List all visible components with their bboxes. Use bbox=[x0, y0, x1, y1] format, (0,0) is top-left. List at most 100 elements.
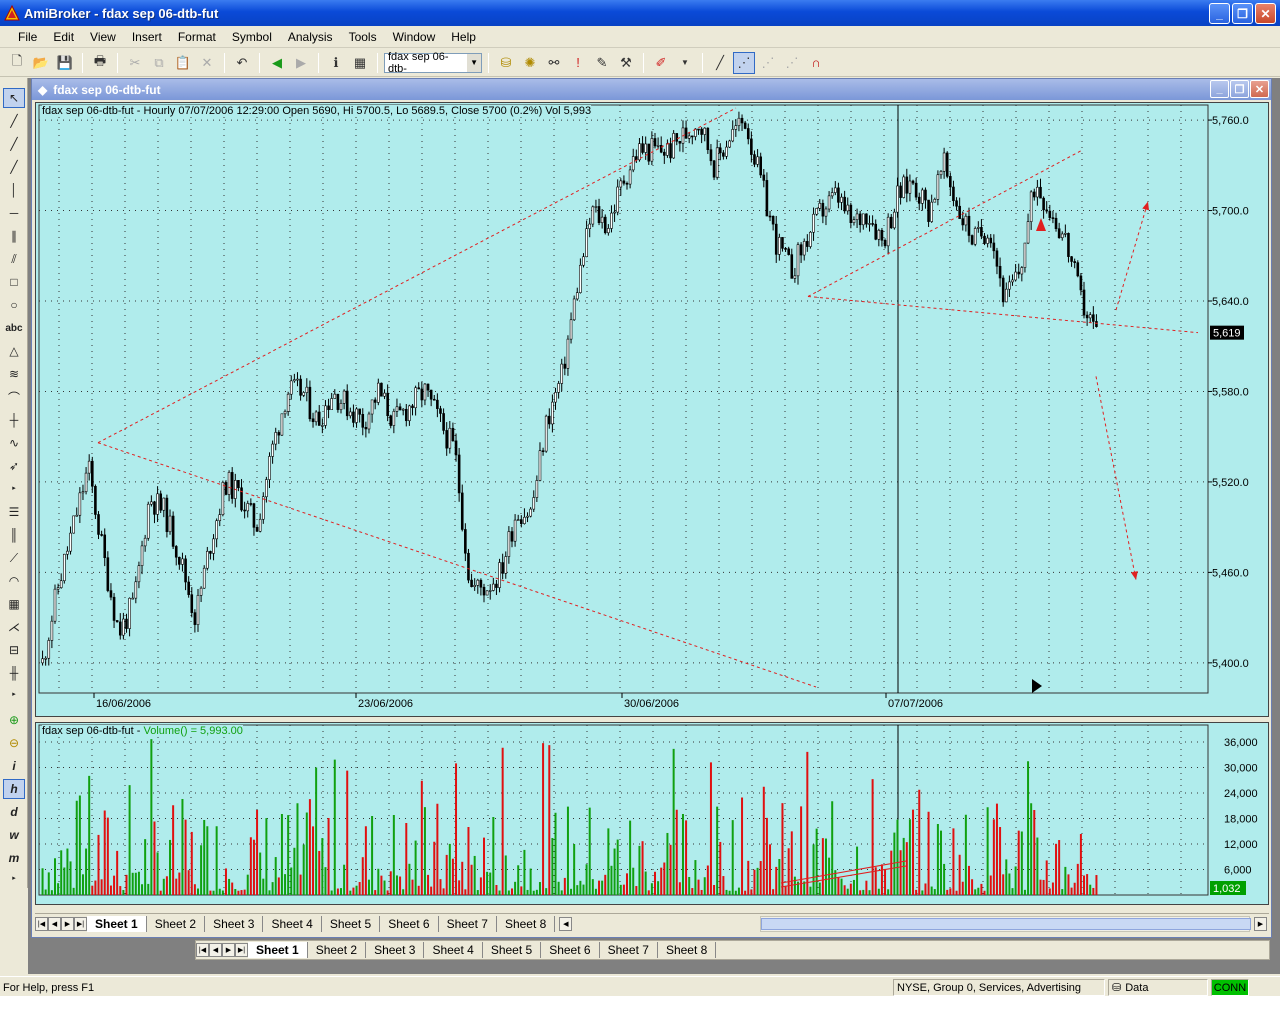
weekly-interval-icon[interactable]: w bbox=[3, 825, 25, 845]
rectangle-icon[interactable]: □ bbox=[3, 272, 25, 292]
menu-insert[interactable]: Insert bbox=[124, 28, 170, 46]
hourly-interval-icon[interactable]: h bbox=[3, 779, 25, 799]
bg-tab-sheet-5[interactable]: Sheet 5 bbox=[483, 942, 542, 958]
calendar-icon[interactable]: ▦ bbox=[349, 52, 371, 74]
channel-icon[interactable]: ⫽ bbox=[3, 249, 25, 269]
volume-chart[interactable]: 6,000 12,000 18,000 24,000 30,000 36,000 1,032 bbox=[36, 723, 1268, 904]
bg-tab-sheet-3[interactable]: Sheet 3 bbox=[366, 942, 425, 958]
tab-sheet-4[interactable]: Sheet 4 bbox=[263, 915, 322, 932]
gann-arcs-icon[interactable]: ◠ bbox=[3, 571, 25, 591]
andrews-pitchfork-icon[interactable]: ⋌ bbox=[3, 617, 25, 637]
fibonacci-fan-icon[interactable]: ≋ bbox=[3, 364, 25, 384]
paste-icon[interactable]: 📋 bbox=[172, 52, 194, 74]
copy-icon[interactable]: ⧉ bbox=[148, 52, 170, 74]
zigzag-icon[interactable]: ∿ bbox=[3, 433, 25, 453]
vertical-line-icon[interactable]: │ bbox=[3, 180, 25, 200]
monthly-interval-icon[interactable]: m bbox=[3, 848, 25, 868]
tab-sheet-6[interactable]: Sheet 6 bbox=[380, 915, 439, 932]
speed-lines-icon[interactable]: ╫ bbox=[3, 663, 25, 683]
chart-restore-button[interactable]: ❐ bbox=[1230, 80, 1249, 98]
tab-sheet-5[interactable]: Sheet 5 bbox=[322, 915, 381, 932]
bg-tab-sheet-6[interactable]: Sheet 6 bbox=[541, 942, 600, 958]
bg-tab-sheet-8[interactable]: Sheet 8 bbox=[658, 942, 717, 958]
triangle-icon[interactable]: △ bbox=[3, 341, 25, 361]
horizontal-line-icon[interactable]: ─ bbox=[3, 203, 25, 223]
menu-file[interactable]: File bbox=[10, 28, 45, 46]
bg-tab-sheet-2[interactable]: Sheet 2 bbox=[308, 942, 367, 958]
scroll-right-icon[interactable]: ▶ bbox=[1254, 917, 1267, 931]
alert-icon[interactable]: ! bbox=[567, 52, 589, 74]
undo-icon[interactable]: ↶ bbox=[231, 52, 253, 74]
tab-sheet-1[interactable]: Sheet 1 bbox=[87, 915, 147, 932]
delete-icon[interactable]: ✕ bbox=[196, 52, 218, 74]
forward-icon[interactable]: ▶ bbox=[290, 52, 312, 74]
menu-symbol[interactable]: Symbol bbox=[224, 28, 280, 46]
print-icon[interactable]: 🖶 bbox=[89, 52, 111, 74]
menu-analysis[interactable]: Analysis bbox=[280, 28, 341, 46]
tab-sheet-8[interactable]: Sheet 8 bbox=[497, 915, 556, 932]
fibonacci-retracement-icon[interactable]: ☰ bbox=[3, 502, 25, 522]
menu-window[interactable]: Window bbox=[385, 28, 444, 46]
tab-sheet-3[interactable]: Sheet 3 bbox=[205, 915, 264, 932]
intraday-interval-icon[interactable]: i bbox=[3, 756, 25, 776]
gann-square-icon[interactable]: ▦ bbox=[3, 594, 25, 614]
fibonacci-timezones-icon[interactable]: ║ bbox=[3, 525, 25, 545]
minimize-button[interactable]: _ bbox=[1209, 3, 1230, 24]
chevron-right-icon[interactable]: ▸ bbox=[3, 684, 25, 704]
zoom-out-icon[interactable]: ⊖ bbox=[3, 733, 25, 753]
maximize-button[interactable]: ❐ bbox=[1232, 3, 1253, 24]
first-sheet-icon[interactable]: |◀ bbox=[196, 943, 209, 957]
magnet-icon[interactable]: ∩ bbox=[805, 52, 827, 74]
prev-sheet-icon[interactable]: ◀ bbox=[48, 916, 61, 931]
parallel-lines-icon[interactable]: ∥ bbox=[3, 226, 25, 246]
pointer-icon[interactable]: ↖ bbox=[3, 88, 25, 108]
text-tool-icon[interactable]: abc bbox=[3, 318, 25, 338]
thick-line-icon[interactable]: ⋰ bbox=[781, 52, 803, 74]
scan-icon[interactable]: ✺ bbox=[519, 52, 541, 74]
last-sheet-icon[interactable]: ▶| bbox=[235, 943, 248, 957]
chart-minimize-button[interactable]: _ bbox=[1210, 80, 1229, 98]
arc-icon[interactable]: ⌒ bbox=[3, 387, 25, 407]
menu-tools[interactable]: Tools bbox=[341, 28, 385, 46]
cut-icon[interactable]: ✂ bbox=[124, 52, 146, 74]
chart-close-button[interactable]: ✕ bbox=[1250, 80, 1269, 98]
scroll-left-icon[interactable]: ◀ bbox=[559, 916, 573, 931]
tab-sheet-7[interactable]: Sheet 7 bbox=[439, 915, 497, 932]
open-folder-icon[interactable]: 📂 bbox=[30, 52, 52, 74]
bg-tab-sheet-1[interactable]: Sheet 1 bbox=[248, 942, 308, 958]
save-icon[interactable]: 💾 bbox=[54, 52, 76, 74]
menu-edit[interactable]: Edit bbox=[45, 28, 82, 46]
extended-line-icon[interactable]: ╱ bbox=[3, 157, 25, 177]
first-sheet-icon[interactable]: |◀ bbox=[35, 916, 48, 931]
new-file-icon[interactable]: 🗋 bbox=[6, 52, 28, 74]
ray-icon[interactable]: ╱ bbox=[3, 134, 25, 154]
database-icon[interactable]: ⛁ bbox=[495, 52, 517, 74]
close-button[interactable]: ✕ bbox=[1255, 3, 1276, 24]
next-sheet-icon[interactable]: ▶ bbox=[222, 943, 235, 957]
regression-channel-icon[interactable]: ⊟ bbox=[3, 640, 25, 660]
daily-interval-icon[interactable]: d bbox=[3, 802, 25, 822]
thin-line-icon[interactable]: ⋰ bbox=[757, 52, 779, 74]
chevron-down-icon[interactable]: ▼ bbox=[674, 52, 696, 74]
menu-help[interactable]: Help bbox=[443, 28, 484, 46]
price-chart[interactable]: 5,400.0 5,460.0 5,520.0 5,580.0 5,640.0 5,700… bbox=[36, 103, 1268, 716]
chevron-down-icon[interactable]: ▼ bbox=[467, 53, 481, 72]
cycles-icon[interactable]: ┼ bbox=[3, 410, 25, 430]
edit-formula-icon[interactable]: ✎ bbox=[591, 52, 613, 74]
prev-sheet-icon[interactable]: ◀ bbox=[209, 943, 222, 957]
tab-sheet-2[interactable]: Sheet 2 bbox=[147, 915, 206, 932]
menu-format[interactable]: Format bbox=[170, 28, 224, 46]
menu-view[interactable]: View bbox=[82, 28, 124, 46]
volume-pane[interactable]: 6,000 12,000 18,000 24,000 30,000 36,000 1,032… bbox=[35, 722, 1269, 905]
info-icon[interactable]: ℹ bbox=[325, 52, 347, 74]
color-pen-icon[interactable]: ✐ bbox=[650, 52, 672, 74]
gann-fan-icon[interactable]: ⟋ bbox=[3, 548, 25, 568]
zoom-in-icon[interactable]: ⊕ bbox=[3, 710, 25, 730]
trendline-icon[interactable]: ╱ bbox=[3, 111, 25, 131]
bg-tab-sheet-7[interactable]: Sheet 7 bbox=[600, 942, 658, 958]
binoculars-icon[interactable]: ⚯ bbox=[543, 52, 565, 74]
next-sheet-icon[interactable]: ▶ bbox=[61, 916, 74, 931]
symbol-combo[interactable]: fdax sep 06-dtb- ▼ bbox=[384, 51, 482, 75]
back-icon[interactable]: ◀ bbox=[266, 52, 288, 74]
chevron-right-icon[interactable]: ▸ bbox=[3, 478, 25, 498]
